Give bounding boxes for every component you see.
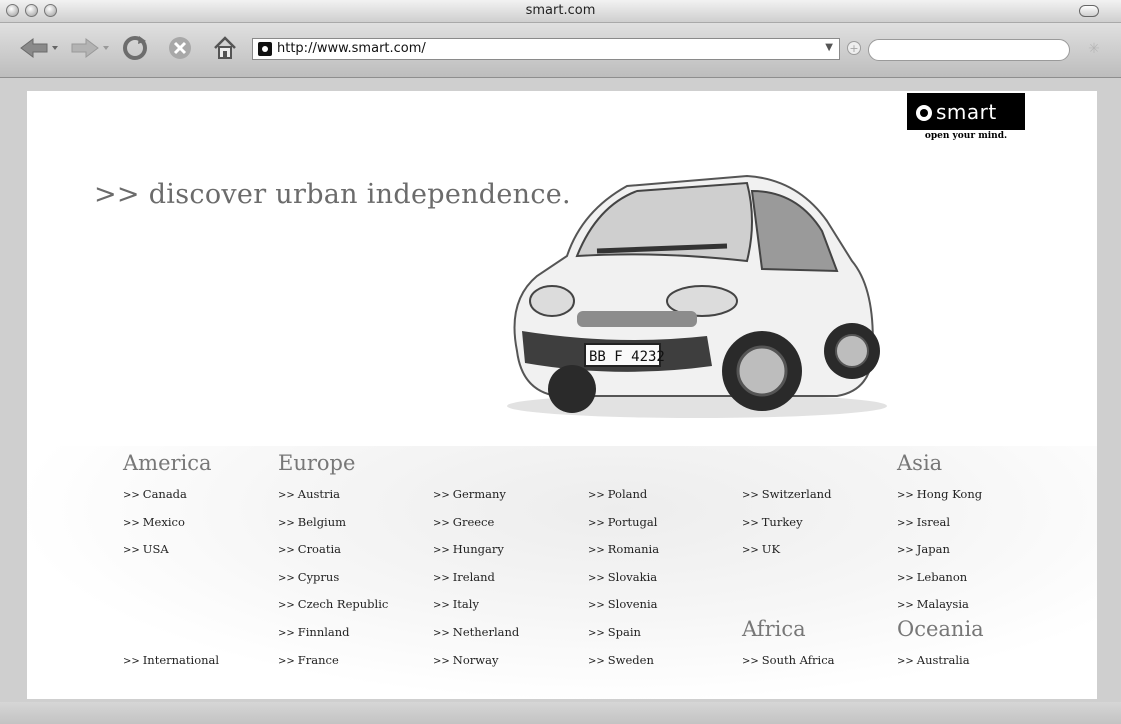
status-bar	[0, 702, 1121, 724]
country-link[interactable]: >> Malaysia	[897, 597, 969, 611]
country-link[interactable]: >> Belgium	[278, 515, 346, 529]
forward-arrow-icon	[71, 38, 109, 58]
country-link[interactable]: >> Austria	[278, 487, 340, 501]
country-link[interactable]: >> Croatia	[278, 542, 341, 556]
tagline: open your mind.	[924, 131, 1008, 141]
home-icon	[214, 36, 236, 59]
country-link[interactable]: >> Japan	[897, 542, 950, 556]
country-link[interactable]: >> Finnland	[278, 625, 350, 639]
smart-logo[interactable]: smart	[907, 93, 1025, 130]
activity-spinner-icon: ✳	[1088, 41, 1100, 57]
reload-button[interactable]	[120, 35, 150, 61]
window-title: smart.com	[525, 3, 596, 18]
country-link-australia[interactable]: >> Australia	[897, 653, 970, 667]
region-title-america: America	[123, 451, 212, 475]
region-title-asia: Asia	[897, 451, 943, 475]
country-link[interactable]: >> Hong Kong	[897, 487, 982, 501]
home-button[interactable]	[210, 35, 240, 61]
country-link[interactable]: >> Spain	[588, 625, 641, 639]
country-link[interactable]: >> UK	[742, 542, 780, 556]
reload-icon	[123, 36, 147, 60]
add-search-icon[interactable]: +	[847, 41, 861, 55]
country-link[interactable]: >> Hungary	[433, 542, 504, 556]
stop-icon	[169, 37, 191, 59]
country-link-south-africa[interactable]: >> South Africa	[742, 653, 835, 667]
region-title-oceania: Oceania	[897, 617, 984, 641]
toolbar-toggle-button[interactable]	[1079, 5, 1099, 17]
country-link[interactable]: >> Turkey	[742, 515, 803, 529]
back-arrow-icon	[20, 38, 58, 58]
country-link[interactable]: >> Germany	[433, 487, 506, 501]
logo-mark-icon	[916, 105, 932, 121]
country-link-international[interactable]: >> International	[123, 653, 219, 667]
country-link[interactable]: >> Ireland	[433, 570, 495, 584]
site-favicon	[258, 42, 272, 56]
car-image: BB F 4232	[507, 174, 887, 418]
browser-window: smart.com http://www.smart.com/ ▼ + ✳ sm…	[0, 0, 1121, 724]
country-link[interactable]: >> Portugal	[588, 515, 657, 529]
country-link[interactable]: >> Poland	[588, 487, 647, 501]
country-link[interactable]: >> Norway	[433, 653, 498, 667]
country-link[interactable]: >> Netherland	[433, 625, 519, 639]
region-title-europe: Europe	[278, 451, 356, 475]
logo-text: smart	[936, 100, 997, 124]
triangle-down-icon[interactable]: ▼	[825, 42, 833, 53]
license-plate-text: BB F 4232	[589, 349, 665, 365]
address-text: http://www.smart.com/	[277, 41, 426, 56]
country-link[interactable]: >> Italy	[433, 597, 479, 611]
country-link[interactable]: >> Switzerland	[742, 487, 831, 501]
country-link[interactable]: >> Greece	[433, 515, 494, 529]
country-link[interactable]: >> France	[278, 653, 339, 667]
search-input[interactable]	[868, 39, 1070, 61]
country-link-usa[interactable]: >> USA	[123, 542, 169, 556]
country-link[interactable]: >> Czech Republic	[278, 597, 388, 611]
country-link[interactable]: >> Slovenia	[588, 597, 658, 611]
title-bar: smart.com	[0, 0, 1121, 23]
browser-toolbar: http://www.smart.com/ ▼ + ✳	[0, 23, 1121, 78]
forward-button[interactable]	[70, 35, 110, 61]
address-bar[interactable]: http://www.smart.com/ ▼	[252, 38, 840, 60]
country-link[interactable]: >> Slovakia	[588, 570, 657, 584]
country-link[interactable]: >> Cyprus	[278, 570, 339, 584]
country-link-canada[interactable]: >> Canada	[123, 487, 187, 501]
region-title-africa: Africa	[742, 617, 806, 641]
country-link[interactable]: >> Isreal	[897, 515, 950, 529]
country-link[interactable]: >> Lebanon	[897, 570, 967, 584]
country-link-mexico[interactable]: >> Mexico	[123, 515, 185, 529]
stop-button[interactable]	[165, 35, 195, 61]
country-link[interactable]: >> Sweden	[588, 653, 654, 667]
page-content: smart open your mind. >> discover urban …	[27, 91, 1097, 699]
country-link[interactable]: >> Romania	[588, 542, 659, 556]
back-button[interactable]	[18, 35, 60, 61]
